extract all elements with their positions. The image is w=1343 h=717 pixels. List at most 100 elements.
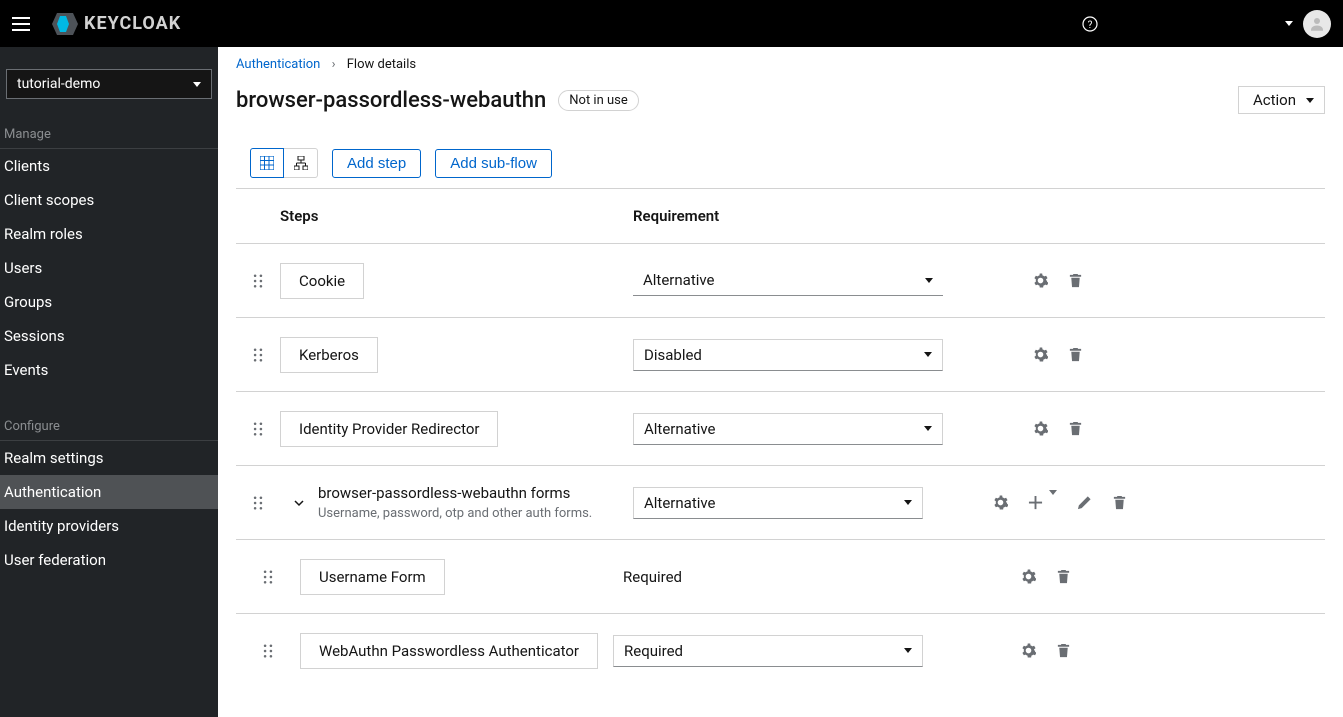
- action-dropdown-label: Action: [1253, 91, 1296, 109]
- view-table-button[interactable]: [250, 148, 284, 178]
- user-menu[interactable]: [1285, 21, 1293, 26]
- sidebar-item-client-scopes[interactable]: Client scopes: [0, 183, 218, 217]
- trash-icon[interactable]: [1112, 495, 1127, 510]
- avatar[interactable]: [1303, 10, 1331, 38]
- trash-icon[interactable]: [1068, 347, 1083, 362]
- row-actions: [1003, 347, 1083, 362]
- settings-icon[interactable]: [1021, 643, 1036, 658]
- step-box: Cookie: [280, 263, 364, 299]
- step-box: Identity Provider Redirector: [280, 411, 498, 447]
- app-logo-text: KEYCLOAK: [84, 13, 181, 34]
- svg-text:?: ?: [1088, 20, 1093, 31]
- main-content: Authentication › Flow details browser-pa…: [218, 47, 1343, 717]
- sidebar-item-user-federation[interactable]: User federation: [0, 543, 218, 577]
- realm-selector[interactable]: tutorial-demo: [6, 69, 212, 99]
- settings-icon[interactable]: [1033, 421, 1048, 436]
- edit-icon[interactable]: [1077, 495, 1092, 510]
- row-actions: [983, 569, 1071, 584]
- breadcrumb-root[interactable]: Authentication: [236, 57, 320, 72]
- column-requirement-header: Requirement: [633, 207, 1325, 225]
- caret-down-icon: [924, 352, 932, 357]
- step-box: Username Form: [300, 559, 445, 595]
- sidebar-item-groups[interactable]: Groups: [0, 285, 218, 319]
- drag-handle-icon[interactable]: [262, 570, 274, 584]
- trash-icon[interactable]: [1068, 421, 1083, 436]
- help-icon[interactable]: ?: [1075, 16, 1105, 32]
- page-title-row: browser-passordless-webauthn Not in use …: [236, 86, 1325, 114]
- row-actions: [1003, 421, 1083, 436]
- chevron-down-icon[interactable]: [293, 497, 305, 509]
- row-actions: [1003, 273, 1083, 288]
- caret-down-icon: [924, 426, 932, 431]
- requirement-value: Alternative: [644, 494, 716, 512]
- breadcrumb-current: Flow details: [347, 57, 416, 72]
- avatar-icon: [1308, 15, 1326, 33]
- requirement-select[interactable]: Required: [613, 635, 923, 667]
- caret-down-icon: [1285, 21, 1293, 26]
- sidebar: tutorial-demo Manage ClientsClient scope…: [0, 47, 218, 717]
- menu-toggle-icon[interactable]: [12, 13, 34, 35]
- requirement-value: Alternative: [644, 420, 716, 438]
- flow-row: Kerberos Disabled: [236, 317, 1325, 391]
- page-title: browser-passordless-webauthn: [236, 88, 546, 113]
- sidebar-item-users[interactable]: Users: [0, 251, 218, 285]
- trash-icon[interactable]: [1056, 569, 1071, 584]
- app-logo[interactable]: KEYCLOAK: [52, 13, 181, 35]
- breadcrumb-separator-icon: ›: [324, 57, 344, 72]
- caret-down-icon[interactable]: [1049, 495, 1057, 511]
- flow-toolbar: Add step Add sub-flow: [236, 148, 1325, 178]
- drag-handle-icon[interactable]: [262, 644, 274, 658]
- add-step-button[interactable]: Add step: [332, 149, 421, 178]
- sidebar-item-identity-providers[interactable]: Identity providers: [0, 509, 218, 543]
- status-badge: Not in use: [558, 90, 639, 111]
- requirement-select[interactable]: Alternative: [633, 487, 923, 519]
- drag-handle-icon[interactable]: [252, 274, 264, 288]
- flow-row: WebAuthn Passwordless AuthenticatorRequi…: [236, 613, 1325, 687]
- sidebar-item-sessions[interactable]: Sessions: [0, 319, 218, 353]
- flow-row: Identity Provider Redirector Alternative: [236, 391, 1325, 465]
- flow-row: Cookie Alternative: [236, 243, 1325, 317]
- view-toggle: [250, 148, 318, 178]
- requirement-value: Alternative: [643, 271, 715, 289]
- drag-handle-icon[interactable]: [252, 496, 264, 510]
- columns-header: Steps Requirement: [236, 189, 1325, 243]
- subflow-title: browser-passordless-webauthn forms: [318, 484, 633, 502]
- requirement-select[interactable]: Alternative: [633, 265, 943, 296]
- sidebar-group-configure: Configure: [0, 413, 218, 441]
- settings-icon[interactable]: [1021, 569, 1036, 584]
- sidebar-item-realm-roles[interactable]: Realm roles: [0, 217, 218, 251]
- sidebar-item-events[interactable]: Events: [0, 353, 218, 387]
- settings-icon[interactable]: [993, 495, 1008, 510]
- caret-down-icon: [904, 500, 912, 505]
- drag-handle-icon[interactable]: [252, 348, 264, 362]
- subflow-description: Username, password, otp and other auth f…: [318, 506, 633, 521]
- sidebar-item-realm-settings[interactable]: Realm settings: [0, 441, 218, 475]
- view-diagram-button[interactable]: [284, 148, 318, 178]
- requirement-value: Disabled: [644, 346, 702, 364]
- requirement-select[interactable]: Disabled: [633, 339, 943, 371]
- diagram-icon: [294, 156, 308, 170]
- row-actions: [963, 495, 1127, 511]
- trash-icon[interactable]: [1068, 273, 1083, 288]
- action-dropdown[interactable]: Action: [1238, 86, 1325, 114]
- drag-handle-icon[interactable]: [252, 422, 264, 436]
- requirement-select[interactable]: Alternative: [633, 413, 943, 445]
- trash-icon[interactable]: [1056, 643, 1071, 658]
- sidebar-group-manage: Manage: [0, 121, 218, 149]
- settings-icon[interactable]: [1033, 347, 1048, 362]
- add-subflow-button[interactable]: Add sub-flow: [435, 149, 552, 178]
- caret-down-icon: [925, 278, 933, 283]
- settings-icon[interactable]: [1033, 273, 1048, 288]
- requirement-value: Required: [613, 568, 983, 586]
- sidebar-item-authentication[interactable]: Authentication: [0, 475, 218, 509]
- caret-down-icon: [904, 648, 912, 653]
- row-actions: [983, 643, 1071, 658]
- step-box: Kerberos: [280, 337, 378, 373]
- sidebar-item-clients[interactable]: Clients: [0, 149, 218, 183]
- realm-selector-label: tutorial-demo: [17, 76, 100, 92]
- table-icon: [260, 156, 274, 170]
- keycloak-logo-icon: [52, 13, 78, 35]
- requirement-value: Required: [624, 642, 683, 660]
- add-icon[interactable]: [1028, 495, 1043, 510]
- app-header: KEYCLOAK ?: [0, 0, 1343, 47]
